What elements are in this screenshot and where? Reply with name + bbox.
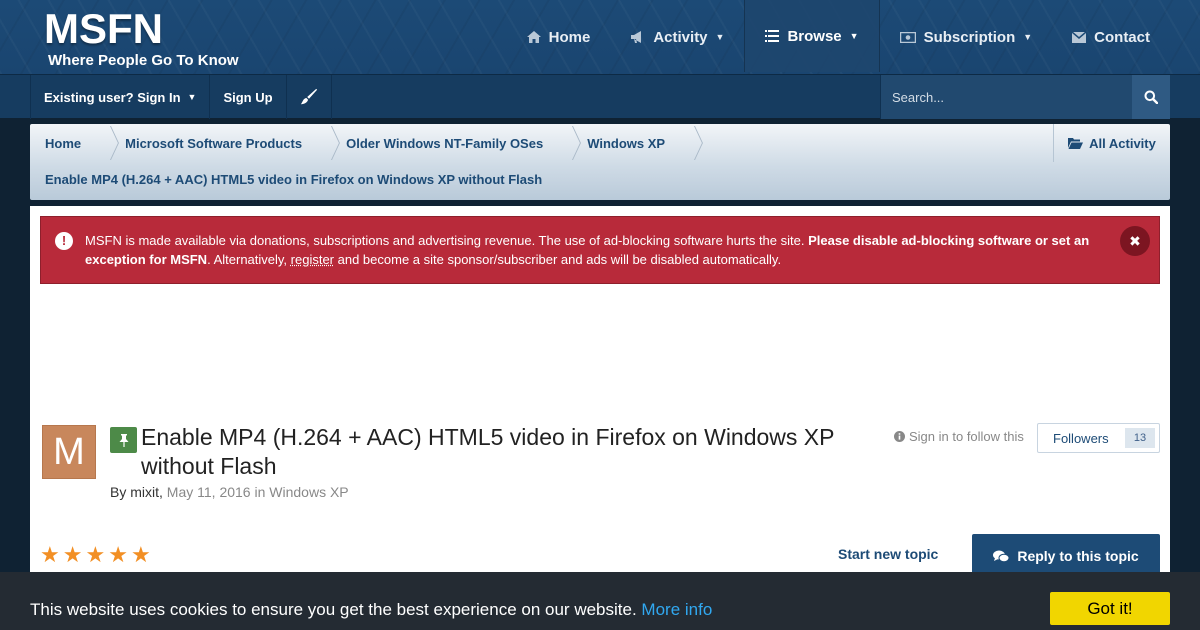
nav-home-label: Home	[548, 28, 591, 46]
nav-activity[interactable]: Activity ▼	[610, 0, 744, 74]
theme-button[interactable]	[287, 75, 332, 119]
breadcrumb: Home Microsoft Software Products Older W…	[30, 124, 1170, 200]
search-input[interactable]	[881, 75, 1133, 119]
author-link[interactable]: mixit	[130, 484, 159, 500]
cookie-text: This website uses cookies to ensure you …	[30, 600, 637, 619]
site-header: MSFN Where People Go To Know Home Activi…	[0, 0, 1200, 74]
register-link[interactable]: register	[291, 252, 334, 267]
breadcrumb-windows-xp[interactable]: Windows XP	[572, 124, 680, 162]
meta-in: in	[254, 484, 266, 500]
forum-link[interactable]: Windows XP	[269, 484, 348, 500]
nav-browse-label: Browse	[787, 27, 842, 45]
breadcrumb-older-windows[interactable]: Older Windows NT-Family OSes	[331, 124, 558, 162]
adblock-text-1: MSFN is made available via donations, su…	[85, 233, 809, 248]
nav-subscription[interactable]: Subscription ▼	[880, 0, 1053, 74]
close-notice-button[interactable]: ✖	[1120, 226, 1150, 256]
chevron-down-icon: ▼	[187, 92, 197, 102]
close-icon: ✖	[1129, 233, 1141, 249]
logo-title: MSFN	[44, 5, 163, 52]
more-info-link[interactable]: More info	[641, 600, 712, 619]
star-icon: ★	[85, 542, 106, 567]
breadcrumb-home[interactable]: Home	[30, 124, 96, 162]
search-button[interactable]	[1132, 75, 1170, 119]
star-icon: ★	[40, 542, 60, 567]
topic-title: Enable MP4 (H.264 + AAC) HTML5 video in …	[141, 424, 835, 479]
nav-contact[interactable]: Contact	[1052, 0, 1170, 74]
nav-activity-label: Activity	[653, 28, 708, 46]
paintbrush-icon	[300, 88, 317, 105]
star-icon: ★	[108, 542, 128, 567]
nav-browse[interactable]: Browse ▼	[744, 0, 880, 72]
sign-up-button[interactable]: Sign Up	[210, 75, 287, 119]
folder-open-icon	[1068, 138, 1084, 149]
topic-meta: By mixit, May 11, 2016 in Windows XP	[110, 484, 349, 500]
site-logo[interactable]: MSFN Where People Go To Know	[34, 5, 239, 70]
rating-stars: ★ ★ ★ ★ ★	[40, 544, 151, 566]
sign-in-label: Existing user? Sign In	[44, 89, 181, 105]
nav-subscription-label: Subscription	[923, 28, 1016, 46]
logo-tagline: Where People Go To Know	[48, 52, 239, 69]
breadcrumb-microsoft-software[interactable]: Microsoft Software Products	[110, 124, 317, 162]
follow-link[interactable]: Sign in to follow this	[894, 429, 1024, 444]
got-it-button[interactable]: Got it!	[1050, 592, 1170, 625]
adblock-text-2: . Alternatively,	[207, 252, 291, 267]
breadcrumb-separator	[96, 124, 110, 162]
breadcrumb-separator	[317, 124, 331, 162]
user-links: Existing user? Sign In ▼ Sign Up	[30, 75, 332, 119]
sign-up-label: Sign Up	[223, 89, 273, 105]
star-icon: ★	[130, 542, 151, 567]
breadcrumb-separator	[680, 124, 694, 162]
search-icon	[1144, 90, 1158, 104]
all-activity-link[interactable]: All Activity	[1053, 124, 1170, 162]
pin-icon	[119, 433, 128, 447]
nav-contact-label: Contact	[1094, 28, 1150, 46]
main-nav: Home Activity ▼ Browse ▼ Subscription ▼ …	[507, 0, 1170, 74]
star-icon: ★	[62, 542, 83, 567]
breadcrumb-separator	[558, 124, 572, 162]
chevron-down-icon: ▼	[1023, 32, 1033, 42]
nav-home[interactable]: Home	[507, 0, 611, 74]
envelope-icon	[1072, 31, 1087, 43]
adblock-message: MSFN is made available via donations, su…	[85, 231, 1115, 269]
meta-comma: ,	[159, 484, 163, 500]
money-icon	[899, 31, 916, 43]
author-avatar[interactable]: M	[42, 425, 96, 479]
cookie-message: This website uses cookies to ensure you …	[30, 600, 712, 620]
sign-in-button[interactable]: Existing user? Sign In ▼	[31, 75, 211, 119]
chevron-down-icon: ▼	[715, 32, 725, 42]
chevron-down-icon: ▼	[849, 31, 859, 41]
exclamation-icon: !	[55, 232, 73, 250]
list-icon	[765, 30, 780, 42]
adblock-text-3: and become a site sponsor/subscriber and…	[334, 252, 782, 267]
info-icon	[894, 431, 905, 442]
followers-count: 13	[1125, 428, 1155, 448]
adblock-notice: ! MSFN is made available via donations, …	[40, 216, 1160, 284]
home-icon	[526, 31, 541, 43]
megaphone-icon	[631, 31, 642, 43]
topic-date: May 11, 2016	[166, 484, 251, 500]
all-activity-label: All Activity	[1089, 135, 1156, 151]
follow-label: Sign in to follow this	[909, 429, 1024, 444]
search-box	[880, 75, 1170, 119]
meta-by: By	[110, 484, 127, 500]
reply-label: Reply to this topic	[1017, 548, 1139, 564]
user-bar: Existing user? Sign In ▼ Sign Up	[0, 74, 1200, 119]
pinned-badge	[110, 427, 137, 453]
cookie-banner: This website uses cookies to ensure you …	[0, 572, 1200, 630]
breadcrumb-current[interactable]: Enable MP4 (H.264 + AAC) HTML5 video in …	[45, 172, 542, 187]
followers-button[interactable]: Followers 13	[1037, 423, 1160, 453]
comments-icon	[993, 550, 1010, 562]
followers-label: Followers	[1053, 430, 1109, 446]
breadcrumb-path: Home Microsoft Software Products Older W…	[30, 124, 694, 162]
avatar-letter: M	[53, 430, 85, 473]
content-panel: ! MSFN is made available via donations, …	[30, 206, 1170, 630]
start-new-topic-button[interactable]: Start new topic	[838, 546, 938, 562]
